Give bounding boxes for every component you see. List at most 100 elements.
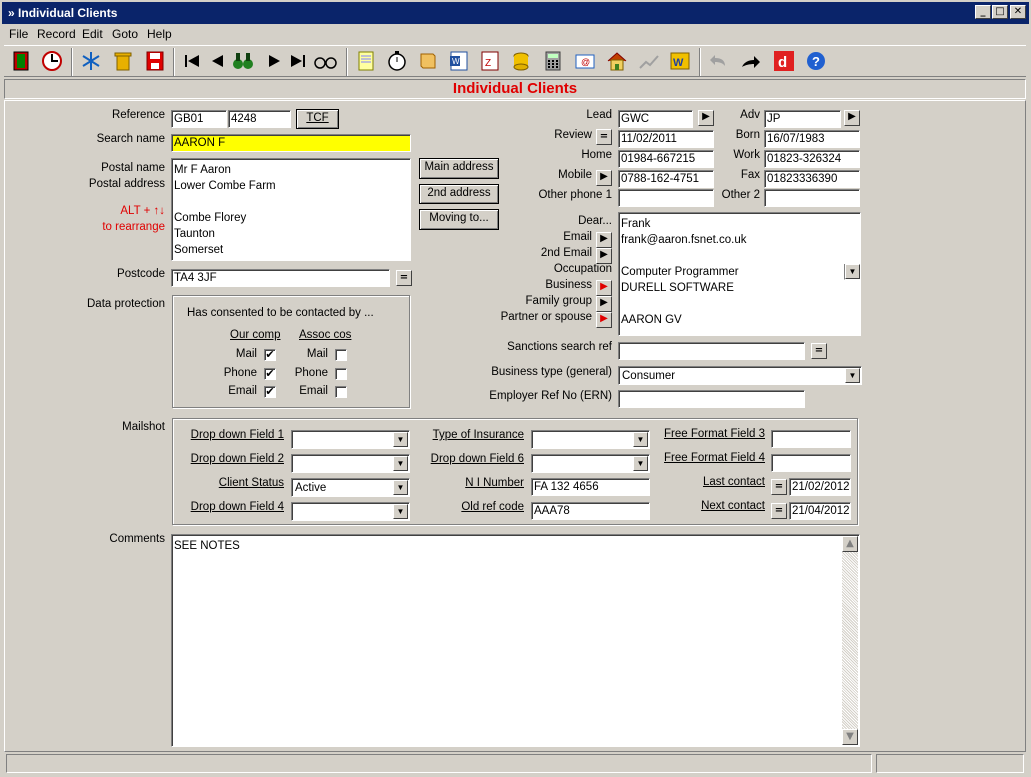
adv-field[interactable]: JP (764, 110, 841, 128)
dropdown-field4-select[interactable]: ▼ (291, 502, 410, 521)
undo-icon[interactable] (707, 50, 731, 72)
sanctions-field[interactable] (618, 342, 805, 360)
fax-field[interactable]: 01823336390 (764, 170, 860, 188)
last-contact-label[interactable]: Last contact (703, 476, 765, 488)
close-button[interactable]: ✕ (1010, 5, 1026, 19)
family-group-go-button[interactable]: ▶ (596, 296, 612, 312)
postcode-lookup-button[interactable]: = (396, 270, 412, 286)
next-contact-date-button[interactable]: = (771, 503, 787, 519)
chart-trend-icon[interactable] (637, 50, 661, 72)
dropdown-field4-label[interactable]: Drop down Field 4 (191, 501, 284, 513)
last-contact-field[interactable]: 21/02/2012 (789, 478, 851, 496)
postcode-field[interactable]: TA4 3JF (171, 269, 390, 287)
other2-field[interactable] (764, 189, 860, 207)
previous-record-icon[interactable] (206, 50, 230, 72)
d-logo-icon[interactable]: d (772, 50, 796, 72)
window-titlebar[interactable]: » Individual Clients (0, 0, 1031, 24)
last-record-icon[interactable] (285, 50, 309, 72)
last-contact-date-button[interactable]: = (771, 479, 787, 495)
main-address-button[interactable]: Main address (419, 158, 499, 179)
save-icon[interactable] (143, 50, 167, 72)
menu-help[interactable]: Help (147, 27, 172, 41)
old-ref-code-field[interactable]: AAA78 (531, 502, 650, 520)
consent-email-our-checkbox[interactable]: ✔ (264, 386, 276, 398)
sort-az-icon[interactable]: Z (478, 50, 502, 72)
dropdown-field1-select[interactable]: ▼ (291, 430, 410, 449)
menu-record[interactable]: Record (37, 27, 76, 41)
consent-phone-our-checkbox[interactable]: ✔ (264, 368, 276, 380)
notepad-icon[interactable] (354, 50, 378, 72)
scroll-down-icon[interactable]: ▼ (842, 729, 858, 745)
redo-arrow-icon[interactable] (739, 50, 763, 72)
menu-file[interactable]: File (9, 27, 28, 41)
home-phone-field[interactable]: 01984-667215 (618, 150, 714, 168)
find-binoculars-icon[interactable] (231, 50, 255, 72)
mobile-field[interactable]: 0788-162-4751 (618, 170, 714, 188)
word-document-icon[interactable]: W (447, 50, 471, 72)
contact-details-panel[interactable]: Frank frank@aaron.fsnet.co.uk Computer P… (618, 212, 861, 336)
ni-number-label[interactable]: N I Number (465, 477, 524, 489)
reference-number-field[interactable]: 4248 (228, 110, 291, 128)
ni-number-field[interactable]: FA 132 4656 (531, 478, 650, 496)
free-format-field3-label[interactable]: Free Format Field 3 (664, 428, 765, 440)
consent-mail-assoc-checkbox[interactable] (335, 349, 347, 361)
sanctions-lookup-button[interactable]: = (811, 343, 827, 359)
old-ref-code-label[interactable]: Old ref code (461, 501, 524, 513)
email-go-button[interactable]: ▶ (596, 232, 612, 248)
next-contact-label[interactable]: Next contact (701, 500, 765, 512)
w-logo-icon[interactable]: W (668, 50, 692, 72)
insurance-type-select[interactable]: ▼ (531, 430, 650, 449)
other-phone1-field[interactable] (618, 189, 714, 207)
dropdown-field6-label[interactable]: Drop down Field 6 (431, 453, 524, 465)
partner-go-button[interactable]: ▶ (596, 312, 612, 328)
business-go-button[interactable]: ▶ (596, 280, 612, 296)
client-status-select[interactable]: Active ▼ (291, 478, 410, 497)
second-email-go-button[interactable]: ▶ (596, 248, 612, 264)
client-status-label[interactable]: Client Status (219, 477, 284, 489)
lead-field[interactable]: GWC (618, 110, 693, 128)
exit-door-icon[interactable] (10, 50, 34, 72)
insurance-type-label[interactable]: Type of Insurance (433, 429, 524, 441)
occupation-dropdown-button[interactable]: ▼ (844, 264, 860, 280)
scroll-icon[interactable] (416, 50, 440, 72)
dropdown-field2-label[interactable]: Drop down Field 2 (191, 453, 284, 465)
menu-goto[interactable]: Goto (112, 27, 138, 41)
comments-textarea[interactable]: SEE NOTES (171, 534, 860, 747)
postal-address-textarea[interactable]: Mr F Aaron Lower Combe Farm Combe Florey… (171, 158, 411, 261)
dropdown-field1-label[interactable]: Drop down Field 1 (191, 429, 284, 441)
free-format-field4[interactable] (771, 454, 851, 472)
coins-icon[interactable] (509, 50, 533, 72)
consent-phone-assoc-checkbox[interactable] (335, 368, 347, 380)
free-format-field4-label[interactable]: Free Format Field 4 (664, 452, 765, 464)
free-format-field3[interactable] (771, 430, 851, 448)
business-type-select[interactable]: Consumer ▼ (618, 366, 862, 385)
next-contact-field[interactable]: 21/04/2012 (789, 502, 851, 520)
scroll-up-icon[interactable]: ▲ (842, 536, 858, 552)
delete-bin-icon[interactable] (111, 50, 135, 72)
review-date-button[interactable]: = (596, 129, 612, 145)
employer-ref-field[interactable] (618, 390, 805, 408)
dropdown-field6-select[interactable]: ▼ (531, 454, 650, 473)
glasses-icon[interactable] (313, 50, 337, 72)
reference-code-field[interactable]: GB01 (171, 110, 227, 128)
search-name-field[interactable]: AARON F (171, 134, 411, 152)
consent-mail-our-checkbox[interactable]: ✔ (264, 349, 276, 361)
help-icon[interactable]: ? (804, 50, 828, 72)
moving-to-button[interactable]: Moving to... (419, 209, 499, 230)
stopwatch-icon[interactable] (385, 50, 409, 72)
born-date-field[interactable]: 16/07/1983 (764, 130, 860, 148)
review-date-field[interactable]: 11/02/2011 (618, 130, 714, 148)
tcf-button[interactable]: TCF (296, 109, 339, 129)
comments-scrollbar[interactable] (842, 536, 858, 745)
consent-email-assoc-checkbox[interactable] (335, 386, 347, 398)
first-record-icon[interactable] (181, 50, 205, 72)
minimize-button[interactable]: _ (975, 5, 991, 19)
next-record-icon[interactable] (262, 50, 286, 72)
work-phone-field[interactable]: 01823-326324 (764, 150, 860, 168)
email-icon[interactable]: @ (573, 50, 597, 72)
lead-go-button[interactable]: ▶ (698, 110, 714, 126)
snowflake-icon[interactable] (79, 50, 103, 72)
adv-go-button[interactable]: ▶ (844, 110, 860, 126)
calculator-icon[interactable] (541, 50, 565, 72)
second-address-button[interactable]: 2nd address (419, 184, 499, 204)
